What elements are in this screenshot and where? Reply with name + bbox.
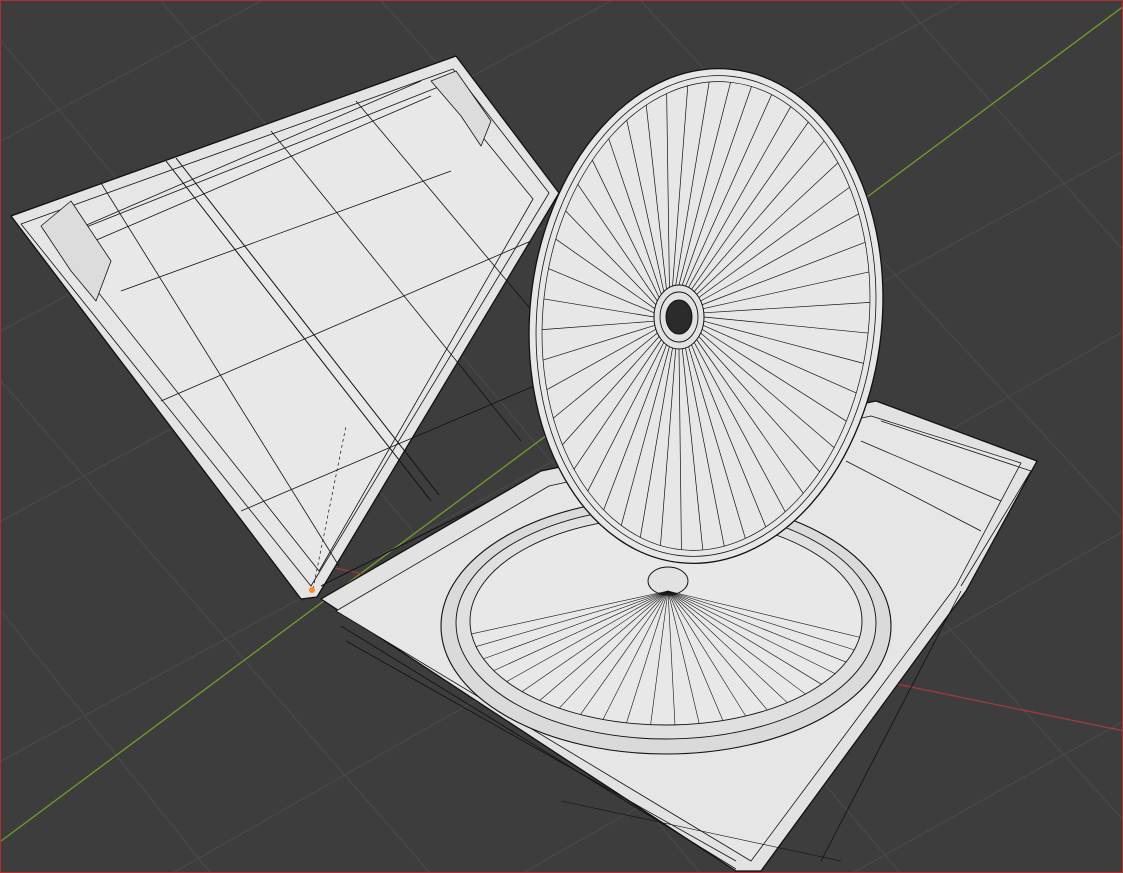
viewport-canvas[interactable] (1, 1, 1123, 873)
disc-center-hole (665, 299, 693, 335)
selected-vertex[interactable] (309, 587, 315, 593)
3d-viewport[interactable] (0, 0, 1123, 873)
disc-hub (653, 284, 705, 350)
